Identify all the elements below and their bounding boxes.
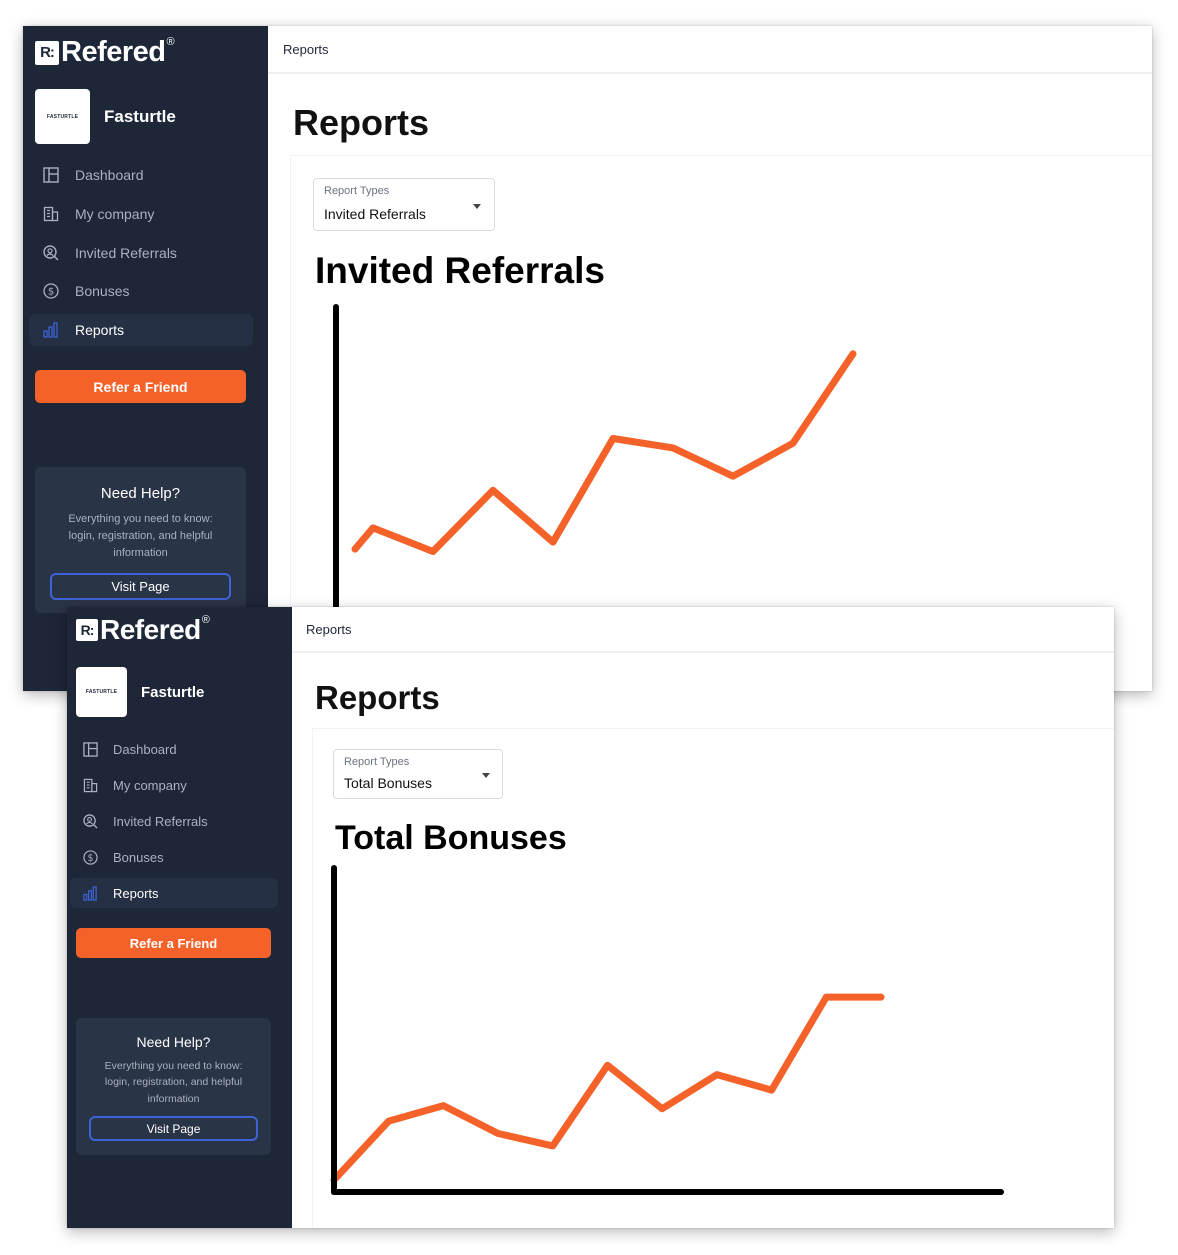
sidebar-item-label: Dashboard — [75, 167, 144, 183]
series-line — [330, 993, 885, 1184]
top-bar: Reports — [292, 607, 1114, 653]
sidebar-item-reports[interactable]: Reports — [29, 314, 253, 347]
series-line — [351, 350, 857, 555]
company-switcher[interactable]: FASTURTLE Fasturtle — [76, 667, 204, 717]
refer-a-friend-button[interactable]: Refer a Friend — [76, 928, 271, 958]
dollar-circle-icon: $ — [83, 849, 98, 865]
company-switcher[interactable]: FASTURTLE Fasturtle — [35, 89, 176, 144]
main-content: Reports Reports Report Types Total Bonus… — [292, 607, 1114, 1228]
help-text: Everything you need to know: login, regi… — [104, 1060, 243, 1105]
sidebar-item-label: Reports — [113, 885, 159, 901]
help-title: Need Help? — [100, 485, 181, 502]
breadcrumb: Reports — [283, 41, 329, 57]
help-text: Everything you need to know: login, regi… — [68, 513, 213, 560]
sidebar-item-label: Bonuses — [113, 849, 164, 865]
svg-text:$: $ — [48, 287, 54, 298]
sidebar-item-dashboard[interactable]: Dashboard — [70, 734, 278, 764]
sidebar-item-label: Reports — [75, 322, 125, 339]
bar-chart-icon — [83, 885, 97, 901]
building-icon — [43, 206, 59, 221]
sidebar-item-label: Invited Referrals — [75, 244, 177, 261]
sidebar-item-label: Dashboard — [113, 741, 177, 757]
building-icon — [83, 778, 98, 792]
top-bar: Reports — [268, 26, 1152, 74]
sidebar-nav: Dashboard My company Invited Referrals $… — [70, 734, 278, 908]
breadcrumb: Reports — [306, 621, 352, 637]
company-name: Fasturtle — [141, 683, 205, 701]
report-card: Report Types Total Bonuses Total Bonuses — [312, 728, 1114, 1228]
sidebar-item-label: My company — [75, 205, 155, 222]
company-name: Fasturtle — [104, 106, 176, 126]
report-window-total-bonuses: R: Refered ® FASTURTLE Fasturtle Dashboa… — [67, 607, 1114, 1228]
total-bonuses-chart — [330, 865, 1004, 1195]
sidebar-item-dashboard[interactable]: Dashboard — [29, 159, 253, 191]
dashboard-icon — [43, 167, 59, 183]
company-logo: FASTURTLE — [76, 667, 127, 717]
main-content: Reports Reports Report Types Invited Ref… — [268, 26, 1152, 691]
refer-a-friend-button[interactable]: Refer a Friend — [35, 370, 246, 403]
dollar-circle-icon: $ — [43, 283, 59, 300]
sidebar-item-label: Invited Referrals — [113, 813, 208, 829]
brand-logo[interactable]: R: Refered ® — [35, 36, 175, 69]
sidebar-item-label: Bonuses — [75, 283, 130, 300]
dashboard-icon — [83, 741, 98, 757]
brand-mark: R: — [76, 619, 98, 641]
sidebar-item-my-company[interactable]: My company — [70, 770, 278, 800]
user-search-icon — [43, 244, 59, 261]
company-logo-text: FASTURTLE — [46, 113, 79, 120]
brand-mark: R: — [35, 40, 59, 65]
svg-text:$: $ — [88, 852, 94, 863]
visit-page-button[interactable]: Visit Page — [89, 1116, 258, 1141]
help-card: Need Help? Everything you need to know: … — [35, 467, 246, 613]
user-search-icon — [83, 813, 98, 829]
report-window-invited-referrals: R: Refered ® FASTURTLE Fasturtle Dashboa… — [23, 26, 1152, 691]
sidebar-item-my-company[interactable]: My company — [29, 198, 253, 230]
sidebar-item-invited-referrals[interactable]: Invited Referrals — [29, 237, 253, 269]
sidebar: R: Refered ® FASTURTLE Fasturtle Dashboa… — [23, 26, 268, 691]
brand-logo[interactable]: R: Refered ® — [76, 614, 210, 646]
bar-chart-icon — [43, 322, 58, 338]
sidebar-item-invited-referrals[interactable]: Invited Referrals — [70, 806, 278, 836]
registered-mark: ® — [166, 36, 175, 48]
company-logo: FASTURTLE — [35, 89, 90, 144]
help-card: Need Help? Everything you need to know: … — [76, 1018, 271, 1155]
page-title: Reports — [293, 102, 430, 143]
help-title: Need Help? — [136, 1034, 211, 1050]
company-logo-text: FASTURTLE — [85, 689, 118, 695]
brand-name: Refered — [61, 36, 166, 68]
sidebar-item-reports[interactable]: Reports — [70, 878, 278, 908]
sidebar-item-bonuses[interactable]: $ Bonuses — [70, 842, 278, 872]
sidebar-item-label: My company — [113, 777, 187, 793]
sidebar-nav: Dashboard My company Invited Referrals $… — [29, 159, 253, 347]
registered-mark: ® — [201, 614, 210, 626]
page-title: Reports — [315, 679, 440, 716]
brand-name: Refered — [100, 614, 201, 645]
visit-page-button[interactable]: Visit Page — [50, 573, 231, 600]
sidebar-item-bonuses[interactable]: $ Bonuses — [29, 275, 253, 307]
sidebar: R: Refered ® FASTURTLE Fasturtle Dashboa… — [67, 607, 292, 1228]
